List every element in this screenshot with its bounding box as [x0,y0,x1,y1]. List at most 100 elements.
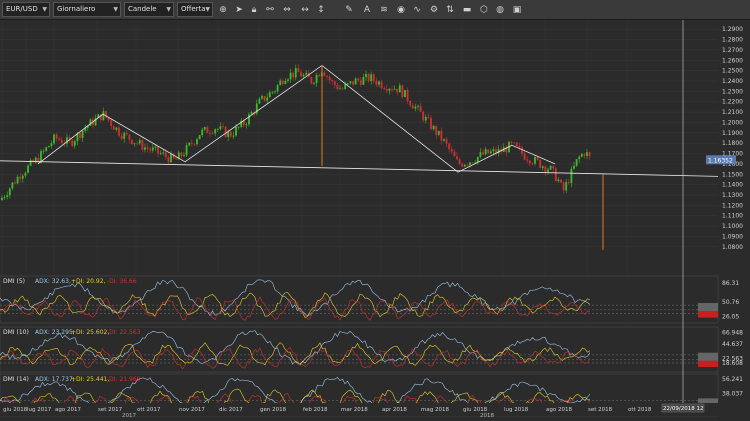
candle-body [404,89,406,98]
candle-body [79,133,81,138]
price-type-value: Offerta [181,5,206,13]
settings-icon[interactable]: ⚙ [427,3,441,17]
candle-body [276,85,279,92]
candle-body [531,163,534,165]
chevron-down-icon: ▼ [166,6,171,13]
candle-body [573,165,575,169]
candle-body [393,88,396,90]
candle-body [424,116,427,121]
candle-body [237,126,240,128]
candle-body [580,154,583,157]
color-icon[interactable]: ◍ [493,3,507,17]
candle-body [146,147,149,149]
candle-body [560,179,562,183]
indicator-name: DMI (14) [3,376,29,383]
zoom-fit-icon[interactable]: ⇔ [280,3,294,17]
candle-body [21,175,24,179]
candle-body [196,139,198,145]
candle-body [562,182,565,191]
month-label: gen 2018 [260,407,287,413]
candle-body [154,146,157,148]
candle-body [526,159,529,161]
candle-body [430,117,432,130]
candle-body [201,129,204,136]
draw-icon[interactable]: ✎ [342,3,356,17]
candle-body [523,153,526,160]
candle-body [414,106,417,109]
candle-body [466,164,469,166]
candle-body [515,142,518,146]
scale-vertical-icon[interactable]: ↕ [314,3,328,17]
candle-body [294,68,297,78]
candle-body [341,88,344,90]
candle-body [349,81,352,84]
eye-icon[interactable]: ◉ [394,3,408,17]
candle-body [164,152,167,157]
symbol-select[interactable]: EUR/USD ▼ [2,2,50,17]
indicator-icon[interactable]: ∿ [410,3,424,17]
month-label: ago 2018 [546,407,572,413]
candle-body [261,96,263,99]
candle-body [471,162,474,164]
candle-body [401,85,404,98]
candle-body [326,76,328,77]
candle-body [71,140,74,146]
candle-body [575,159,578,166]
crosshair-icon[interactable]: ⊕ [216,3,230,17]
highlight-icon[interactable]: ▬ [460,3,474,17]
candle-body [188,142,191,146]
price-type-select[interactable]: Offerta ▼ [177,2,213,17]
pointer-icon[interactable]: ➤ [232,3,246,17]
candle-body [131,139,133,145]
candle-body [427,116,430,118]
timeframe-select[interactable]: Giornaliero ▼ [53,2,121,17]
month-label: mag 2018 [421,407,449,413]
price-tick-label: 1.2500 [722,68,743,75]
candle-body [344,84,347,89]
candle-body [289,72,292,80]
chart-type-select[interactable]: Candele ▼ [124,2,174,17]
price-tick-label: 1.2700 [722,47,743,54]
candle-body [227,131,230,138]
price-tick-label: 1.2400 [722,78,743,85]
fill-icon[interactable]: ⬡ [477,3,491,17]
candle-body [492,149,495,152]
candle-body [362,77,365,85]
price-tick-label: 1.1200 [722,202,743,209]
candle-body [354,78,357,85]
candle-body [222,126,224,128]
candle-body [170,153,172,163]
candle-body [518,145,521,148]
candle-body [125,132,128,135]
indicator-tick-label: 56.241 [722,376,743,383]
year-label: 2018 [480,413,494,417]
candle-body [313,83,315,84]
mdi-legend: -DI: 21.969 [107,376,141,383]
candle-body [128,134,131,140]
chart-canvas[interactable]: 1.2900 1.2800 1.2700 1.2600 1.2500 1.2400 1.23… [0,20,750,419]
indicator-tick-label: 38.037 [722,390,743,397]
candle-body [583,154,586,156]
layers-icon[interactable]: ≋ [377,3,391,17]
candle-body [489,151,492,154]
candle-body [14,182,16,184]
scale-horizontal-icon[interactable]: ↔ [298,3,312,17]
candle-body [151,147,154,151]
main-panel [0,20,718,255]
link-icon[interactable]: ⚯ [263,3,277,17]
lock-icon[interactable]: 🔒︎ [247,3,261,17]
price-tick-label: 1.1400 [722,182,743,189]
candle-body [281,80,284,84]
candle-body [385,88,388,91]
candle-body [588,152,591,157]
candle-body [3,196,6,198]
trading-icon[interactable]: ⇅ [443,3,457,17]
save-icon[interactable]: ▣ [510,3,524,17]
candle-body [42,150,45,152]
text-icon[interactable]: A [360,3,374,17]
month-label: dic 2017 [219,407,243,413]
chart-area[interactable]: 1.2900 1.2800 1.2700 1.2600 1.2500 1.2400 1.23… [0,20,750,419]
candle-body [245,124,248,126]
candle-body [375,80,378,85]
price-tick-label: 1.2300 [722,88,743,95]
